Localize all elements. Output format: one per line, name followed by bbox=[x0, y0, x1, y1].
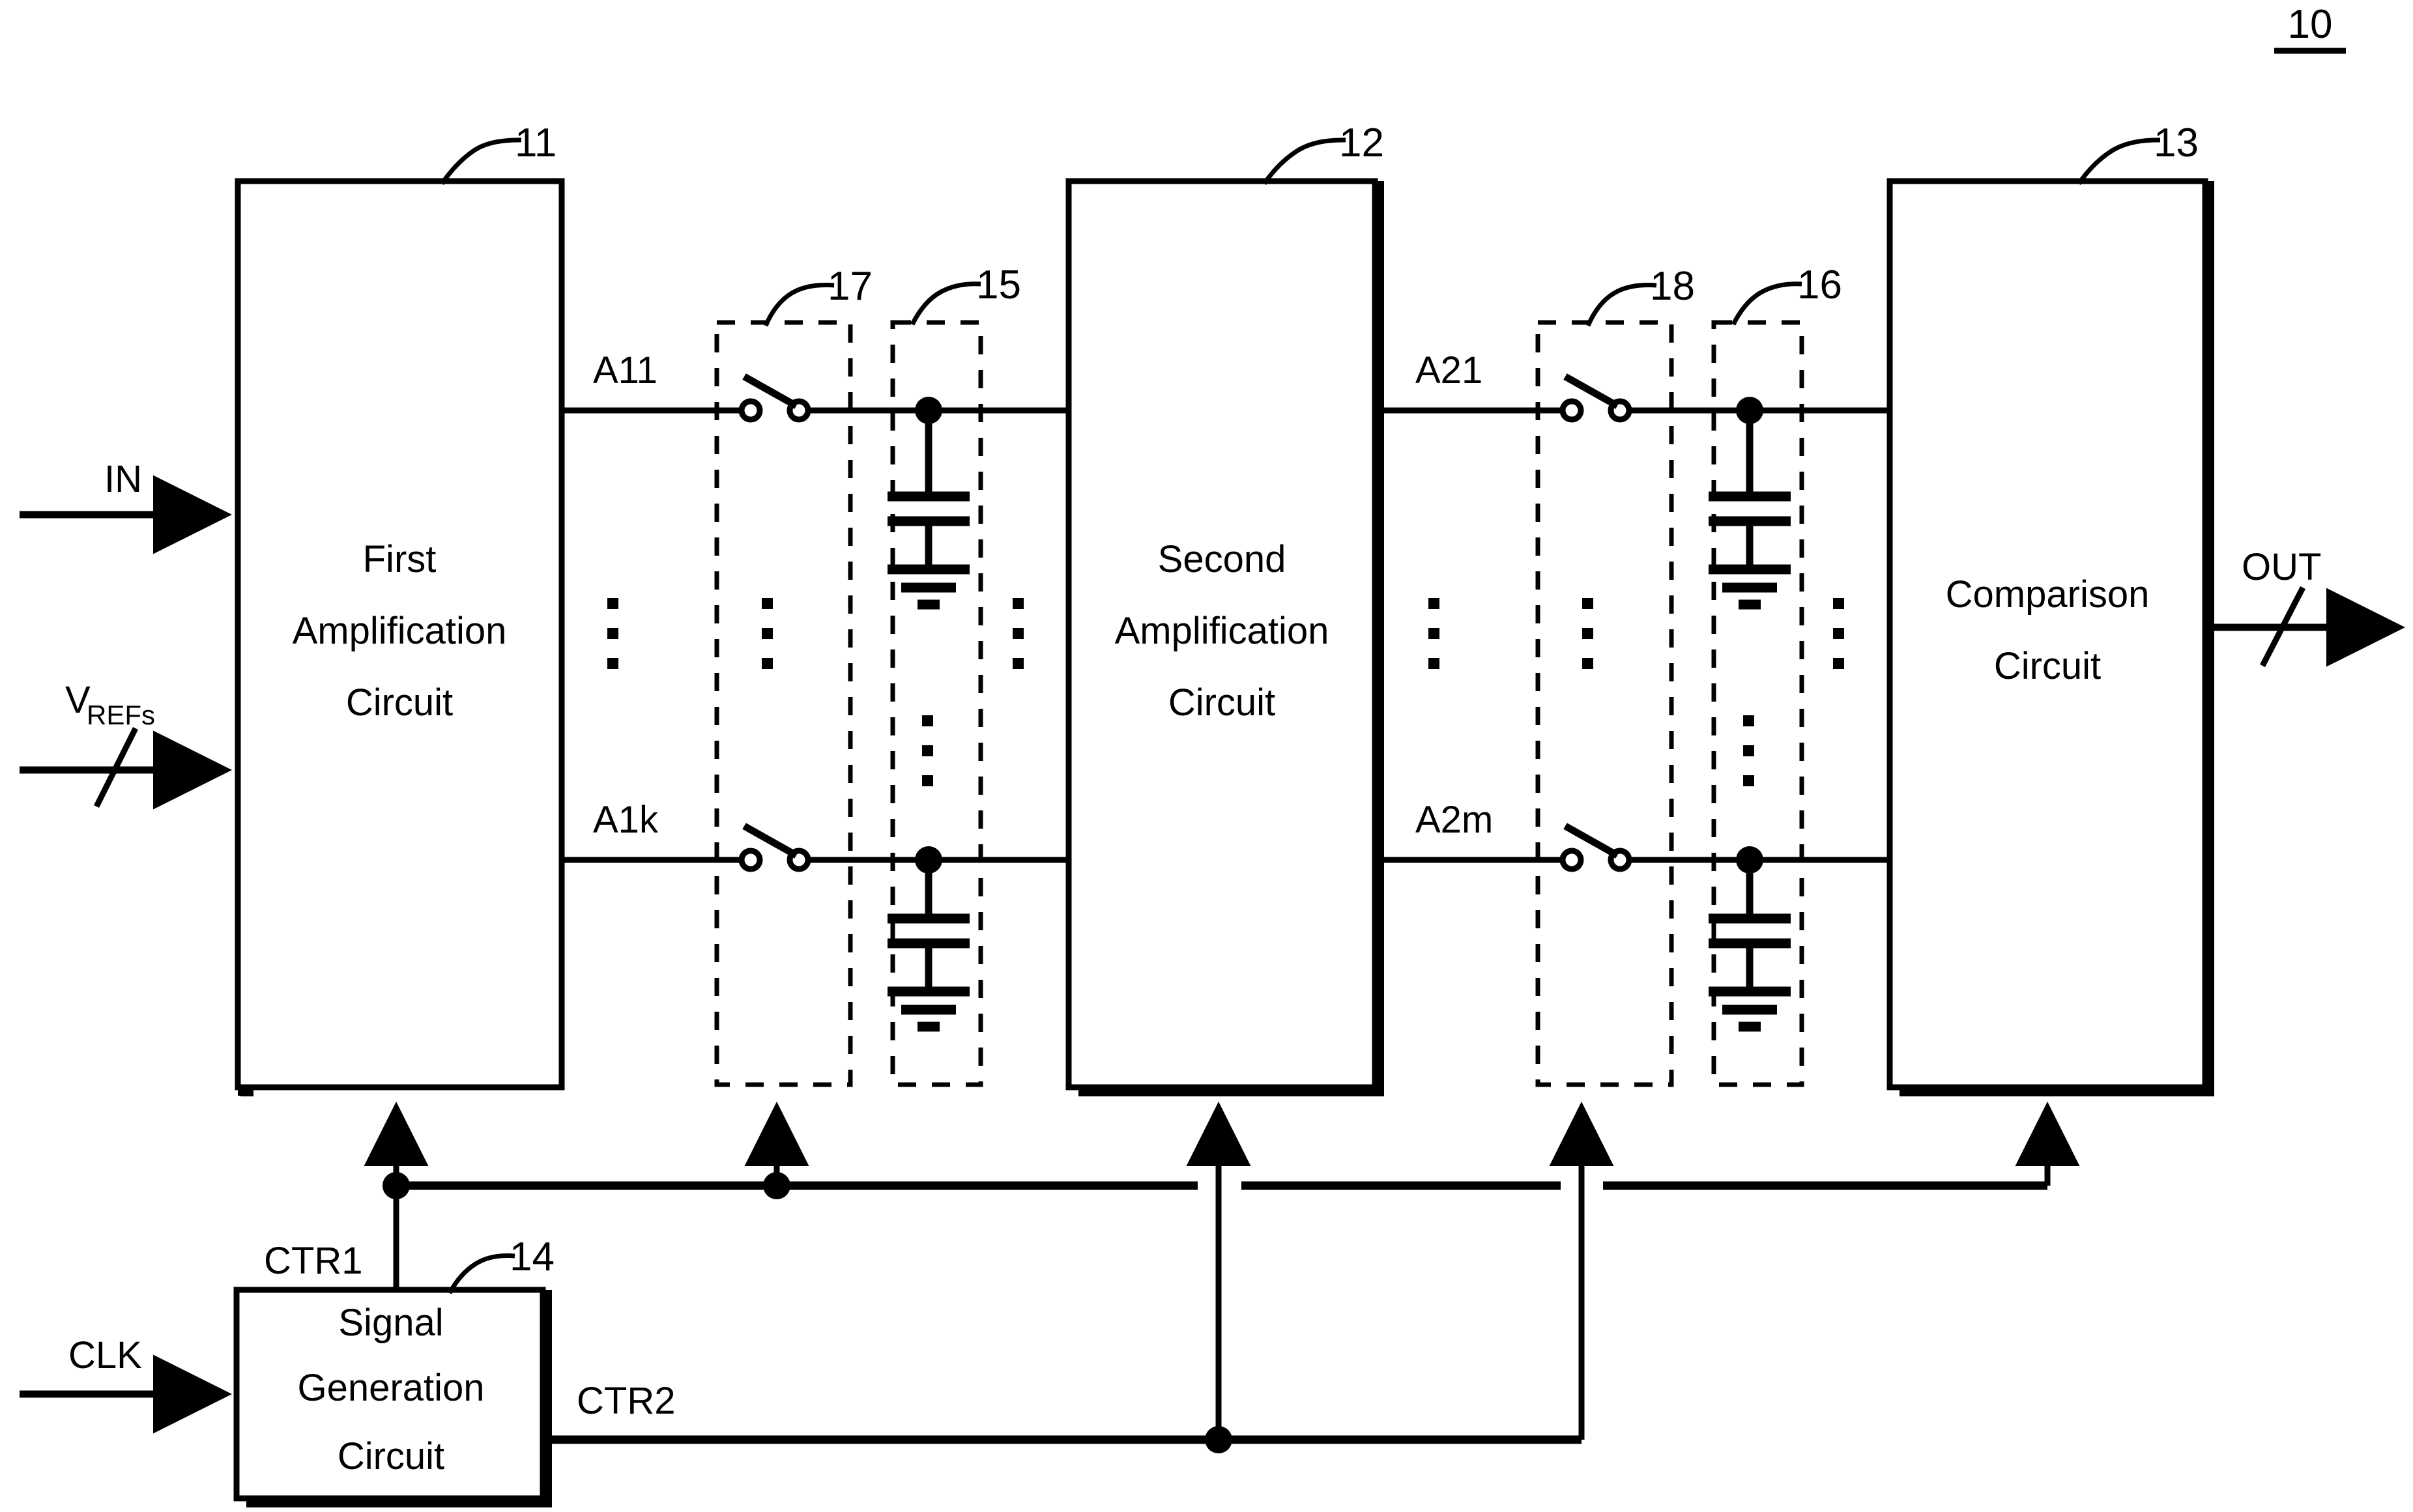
ref-number-14: 14 bbox=[510, 1234, 555, 1279]
in-label: IN bbox=[104, 458, 142, 500]
a2m-label: A2m bbox=[1415, 799, 1493, 841]
signal-line-a2m: A2m bbox=[1384, 799, 1890, 1032]
block-second-amplification-circuit[interactable]: Second Amplification Circuit 12 bbox=[1065, 121, 1384, 1096]
ground-icon-a2m bbox=[1709, 986, 1791, 1032]
a1k-label: A1k bbox=[593, 799, 659, 841]
open-switch-icon-a2m[interactable] bbox=[1559, 823, 1632, 872]
switch-terminal-left bbox=[738, 398, 763, 423]
switch-terminal-left bbox=[738, 848, 763, 872]
input-signal-in: IN bbox=[20, 458, 232, 554]
input-signal-clk: CLK bbox=[20, 1334, 232, 1434]
ground-icon-a21 bbox=[1709, 564, 1791, 610]
dashed-group-capacitor-2: 16 bbox=[1711, 263, 1842, 1087]
block-label-line1: Second bbox=[1158, 538, 1286, 580]
vertical-ellipsis-icon-switch1 bbox=[762, 598, 773, 669]
dashed-border bbox=[1535, 320, 1674, 1087]
vertical-ellipsis-icon-cap2 bbox=[1743, 715, 1754, 786]
signal-line-a11: A11 bbox=[562, 349, 1069, 610]
signal-line-a21: A21 bbox=[1384, 349, 1890, 610]
ref-leader-15 bbox=[910, 281, 981, 326]
ctr2-label: CTR2 bbox=[577, 1380, 675, 1422]
block-label-line1: First bbox=[363, 538, 437, 580]
ref-leader-11 bbox=[440, 137, 522, 185]
junction-dot-icon-ctr1-a bbox=[383, 1172, 410, 1199]
ref-number-16: 16 bbox=[1797, 263, 1842, 307]
ref-leader-17 bbox=[763, 283, 835, 327]
output-signal-out: OUT bbox=[2214, 546, 2405, 668]
dashed-border bbox=[1711, 320, 1804, 1087]
dashed-group-switch-1: 17 bbox=[714, 264, 873, 1087]
control-bus-ctr2: CTR2 bbox=[551, 1102, 1614, 1453]
vertical-ellipsis-icon-switch2 bbox=[1582, 598, 1593, 669]
ground-icon-a11 bbox=[888, 564, 970, 610]
vertical-ellipsis-icon-amp2-in bbox=[1013, 598, 1024, 669]
vrefs-subscript: REFs bbox=[87, 700, 155, 730]
vertical-ellipsis-icon-amp2-out bbox=[1428, 598, 1439, 669]
input-signal-vrefs: V REFs bbox=[20, 679, 232, 810]
block-first-amplification-circuit[interactable]: First Amplification Circuit 11 bbox=[235, 121, 565, 1096]
block-label-line3: Circuit bbox=[338, 1435, 444, 1477]
a11-label: A11 bbox=[593, 349, 657, 392]
vertical-ellipsis-icon-cap1 bbox=[922, 715, 933, 786]
figure-canvas: 10 First Amplification Circuit 11 IN V R… bbox=[0, 0, 2413, 1512]
block-label-line2: Amplification bbox=[293, 610, 507, 652]
junction-dot-icon-ctr1-b bbox=[763, 1172, 790, 1199]
clk-label: CLK bbox=[68, 1334, 142, 1376]
ref-leader-13 bbox=[2077, 137, 2161, 185]
block-label-line1: Comparison bbox=[1946, 573, 2150, 616]
block-label-line2: Amplification bbox=[1115, 610, 1329, 652]
block-label-line2: Circuit bbox=[1994, 645, 2101, 687]
ref-number-17: 17 bbox=[828, 264, 873, 309]
ref-leader-18 bbox=[1585, 283, 1657, 327]
ref-number-12: 12 bbox=[1339, 121, 1384, 165]
vertical-ellipsis-icon-amp1-out bbox=[607, 598, 618, 669]
ref-number-13: 13 bbox=[2154, 121, 2199, 165]
block-label-line3: Circuit bbox=[1168, 681, 1275, 724]
block-label-line3: Circuit bbox=[346, 681, 453, 724]
junction-dot-icon-ctr2 bbox=[1205, 1426, 1232, 1453]
ref-number-11: 11 bbox=[515, 121, 556, 165]
dashed-group-capacitor-1: 15 bbox=[890, 263, 1021, 1087]
out-label: OUT bbox=[2242, 546, 2321, 588]
dashed-border bbox=[890, 320, 983, 1087]
a21-label: A21 bbox=[1415, 349, 1482, 392]
ref-number-18: 18 bbox=[1650, 264, 1695, 309]
block-comparison-circuit[interactable]: Comparison Circuit 13 bbox=[1886, 121, 2214, 1096]
dashed-group-switch-2: 18 bbox=[1535, 264, 1695, 1087]
ctr1-label: CTR1 bbox=[264, 1240, 362, 1282]
ref-leader-12 bbox=[1262, 137, 1346, 185]
open-switch-icon-a11[interactable] bbox=[738, 373, 811, 423]
open-switch-icon-a21[interactable] bbox=[1559, 373, 1632, 423]
vertical-ellipsis-icon-comparison-in bbox=[1833, 598, 1844, 669]
figure-number: 10 bbox=[2274, 2, 2346, 54]
ref-leader-16 bbox=[1731, 281, 1802, 326]
figure-number-text: 10 bbox=[2288, 2, 2333, 47]
block-label-line1: Signal bbox=[338, 1302, 443, 1344]
switch-terminal-left bbox=[1559, 398, 1584, 423]
block-body[interactable] bbox=[1886, 178, 2208, 1091]
dashed-border bbox=[714, 320, 853, 1087]
signal-line-a1k: A1k bbox=[562, 799, 1069, 1032]
open-switch-icon-a1k[interactable] bbox=[738, 823, 811, 872]
ref-number-15: 15 bbox=[976, 263, 1021, 307]
block-label-line2: Generation bbox=[298, 1367, 485, 1409]
ground-icon-a1k bbox=[888, 986, 970, 1032]
switch-terminal-left bbox=[1559, 848, 1584, 872]
